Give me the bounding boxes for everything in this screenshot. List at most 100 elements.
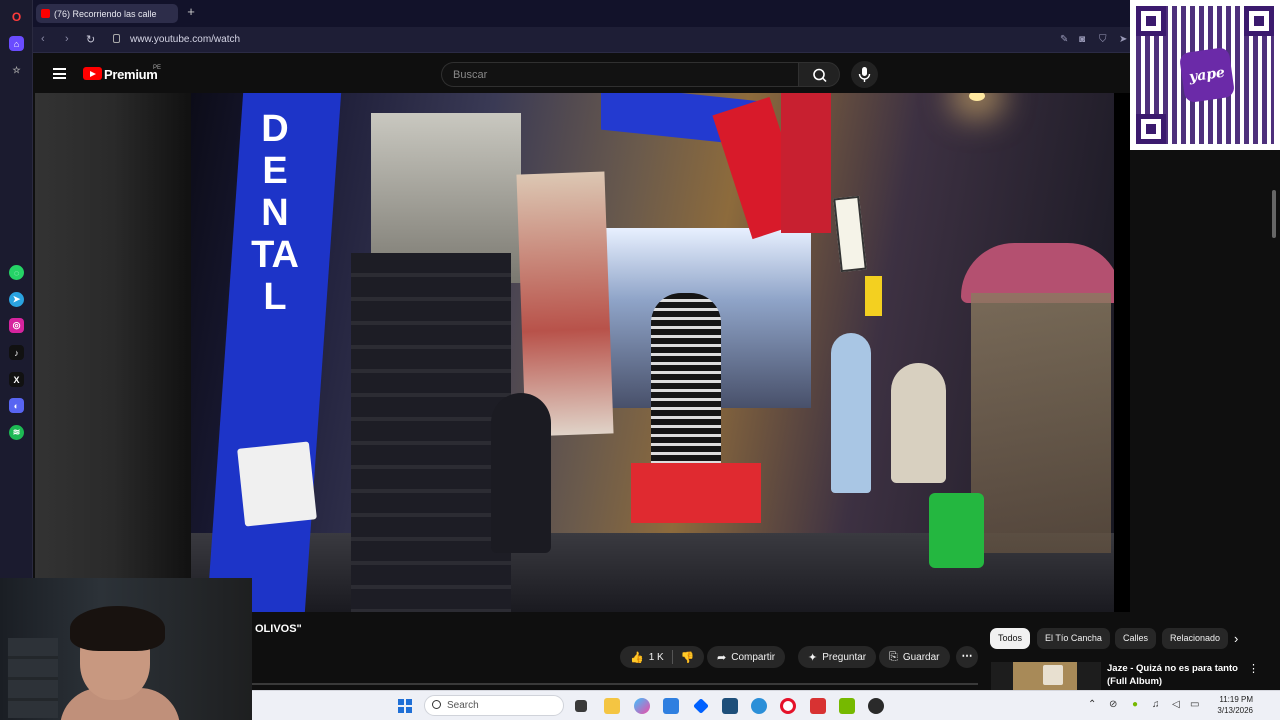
like-dislike-group: 👍 1 K 👎 — [620, 646, 705, 668]
chevron-right-icon[interactable]: › — [1234, 631, 1238, 646]
battery-icon[interactable]: ▭ — [1190, 699, 1199, 710]
sparkle-icon: ✦ — [808, 651, 818, 664]
suggested-thumbnail[interactable] — [991, 662, 1101, 690]
camera-icon[interactable]: ◙ — [1079, 34, 1085, 45]
suggested-title[interactable]: Jaze - Quizá no es para tanto (Full Albu… — [1107, 662, 1242, 688]
browser-sidebar: O ⌂ ☆ ◌ ➤ ◎ ♪ X ◐ ≋ — [0, 0, 33, 578]
banner-text: DENTAL — [251, 108, 299, 318]
share-button[interactable]: ➦ Compartir — [707, 646, 786, 668]
windows-start-icon[interactable] — [398, 699, 412, 713]
whatsapp-icon[interactable]: ◌ — [9, 265, 24, 280]
copilot-icon[interactable] — [634, 698, 650, 714]
chip-el-tio-cancha[interactable]: El Tío Cancha — [1037, 628, 1110, 649]
taskbar: Search ⌃ ⊘ ● ♫ ◁ ▭ 11:19 PM 3/13/2026 — [252, 690, 1280, 720]
chip-relacionado[interactable]: Relacionado — [1162, 628, 1228, 649]
search-button[interactable] — [798, 62, 840, 87]
tiktok-icon[interactable]: ♪ — [9, 345, 24, 360]
edge-icon[interactable] — [751, 698, 767, 714]
video-player[interactable]: DENTAL — [35, 93, 1130, 612]
shield-icon[interactable]: ⛉ — [1099, 34, 1107, 45]
bookmark-icon[interactable]: ☆ — [9, 63, 24, 78]
video-title: OLIVOS" — [255, 623, 302, 635]
tab-title: (76) Recorriendo las calle — [54, 8, 157, 19]
youtube-header: Premium PE — [33, 53, 1130, 93]
scrollbar[interactable] — [1270, 150, 1278, 690]
dropbox-icon[interactable] — [693, 698, 709, 714]
opera-taskbar-icon[interactable] — [780, 698, 796, 714]
thumbs-down-icon[interactable]: 👎 — [681, 651, 695, 664]
url-field[interactable]: www.youtube.com/watch — [130, 34, 240, 45]
lock-icon — [113, 34, 120, 43]
nvidia-tray-icon[interactable]: ● — [1132, 699, 1138, 710]
extensions-icon[interactable]: ➤ — [1119, 34, 1127, 45]
store-icon[interactable] — [663, 698, 679, 714]
cam-background-shelf — [8, 638, 58, 718]
volume-icon[interactable]: ◁ — [1172, 699, 1180, 710]
scroll-thumb[interactable] — [1272, 190, 1276, 238]
right-column — [1130, 150, 1280, 690]
banner-logo — [237, 441, 317, 527]
thumbs-up-icon[interactable]: 👍 — [630, 651, 644, 664]
network-off-icon[interactable]: ⊘ — [1109, 699, 1117, 710]
qr-finder — [1136, 114, 1166, 144]
brand-label[interactable]: Premium — [104, 67, 158, 82]
spotify-icon[interactable]: ≋ — [9, 425, 24, 440]
forward-icon[interactable]: › — [65, 33, 69, 45]
mic-tray-icon[interactable]: ♫ — [1152, 699, 1160, 710]
search-input[interactable] — [442, 63, 798, 86]
dolares-sign — [833, 195, 867, 273]
search-icon — [813, 68, 827, 83]
clock-time: 11:19 PM — [1219, 695, 1253, 704]
back-icon[interactable]: ‹ — [41, 33, 45, 45]
country-code: PE — [153, 65, 162, 71]
qr-finder — [1244, 6, 1274, 36]
person — [491, 393, 551, 553]
tab-bar: (76) Recorriendo las calle + — [33, 0, 1280, 27]
video-letterbox — [35, 93, 191, 612]
search-icon — [432, 700, 441, 709]
youtube-logo-icon[interactable] — [83, 67, 102, 80]
nvidia-icon[interactable] — [839, 698, 855, 714]
opera-logo-icon[interactable]: O — [9, 9, 24, 24]
chip-all[interactable]: Todos — [990, 628, 1031, 649]
wps-icon[interactable] — [810, 698, 826, 714]
home-icon[interactable]: ⌂ — [9, 36, 24, 51]
more-vert-icon[interactable]: ⋮ — [1248, 662, 1259, 675]
qr-finder — [1136, 6, 1166, 36]
more-actions-icon[interactable]: ⋯ — [956, 646, 978, 668]
obs-icon[interactable] — [868, 698, 884, 714]
tray-chevron-icon[interactable]: ⌃ — [1088, 699, 1096, 710]
green-stool — [929, 493, 984, 568]
clock[interactable]: 11:19 PM 3/13/2026 — [1209, 694, 1253, 716]
save-button[interactable]: ⎘ Guardar — [879, 646, 950, 668]
webcam-overlay — [0, 578, 252, 720]
divider — [671, 650, 673, 664]
yape-logo-text: yape — [1188, 64, 1226, 86]
share-label: Compartir — [731, 651, 776, 663]
file-explorer-icon[interactable] — [604, 698, 620, 714]
youtube-favicon-icon — [41, 9, 50, 18]
clock-date: 3/13/2026 — [1217, 706, 1253, 715]
taskbar-search[interactable]: Search — [424, 695, 564, 716]
reload-icon[interactable]: ↻ — [86, 33, 95, 46]
voice-search-button[interactable] — [851, 61, 878, 88]
instagram-icon[interactable]: ◎ — [9, 318, 24, 333]
menu-icon[interactable] — [53, 68, 66, 79]
edit-icon[interactable]: ✎ — [1060, 34, 1068, 45]
thumbnail-photo — [1043, 665, 1063, 685]
food-stall — [971, 293, 1111, 553]
screen: O ⌂ ☆ ◌ ➤ ◎ ♪ X ◐ ≋ (76) Recorriendo las… — [0, 0, 1280, 720]
ask-button[interactable]: ✦ Preguntar — [798, 646, 877, 668]
x-icon[interactable]: X — [9, 372, 24, 387]
like-count[interactable]: 1 K — [649, 652, 664, 663]
bookmark-icon: ⎘ — [889, 650, 898, 663]
video-frame[interactable]: DENTAL — [191, 93, 1114, 612]
discord-icon[interactable]: ◐ — [9, 398, 24, 413]
tab-youtube[interactable]: (76) Recorriendo las calle — [36, 4, 178, 23]
telegram-icon[interactable]: ➤ — [9, 292, 24, 307]
vscode-icon[interactable] — [722, 698, 738, 714]
street-lamp — [969, 93, 985, 101]
chip-calles[interactable]: Calles — [1115, 628, 1157, 649]
task-view-icon[interactable] — [575, 700, 587, 712]
new-tab-button[interactable]: + — [184, 5, 198, 19]
